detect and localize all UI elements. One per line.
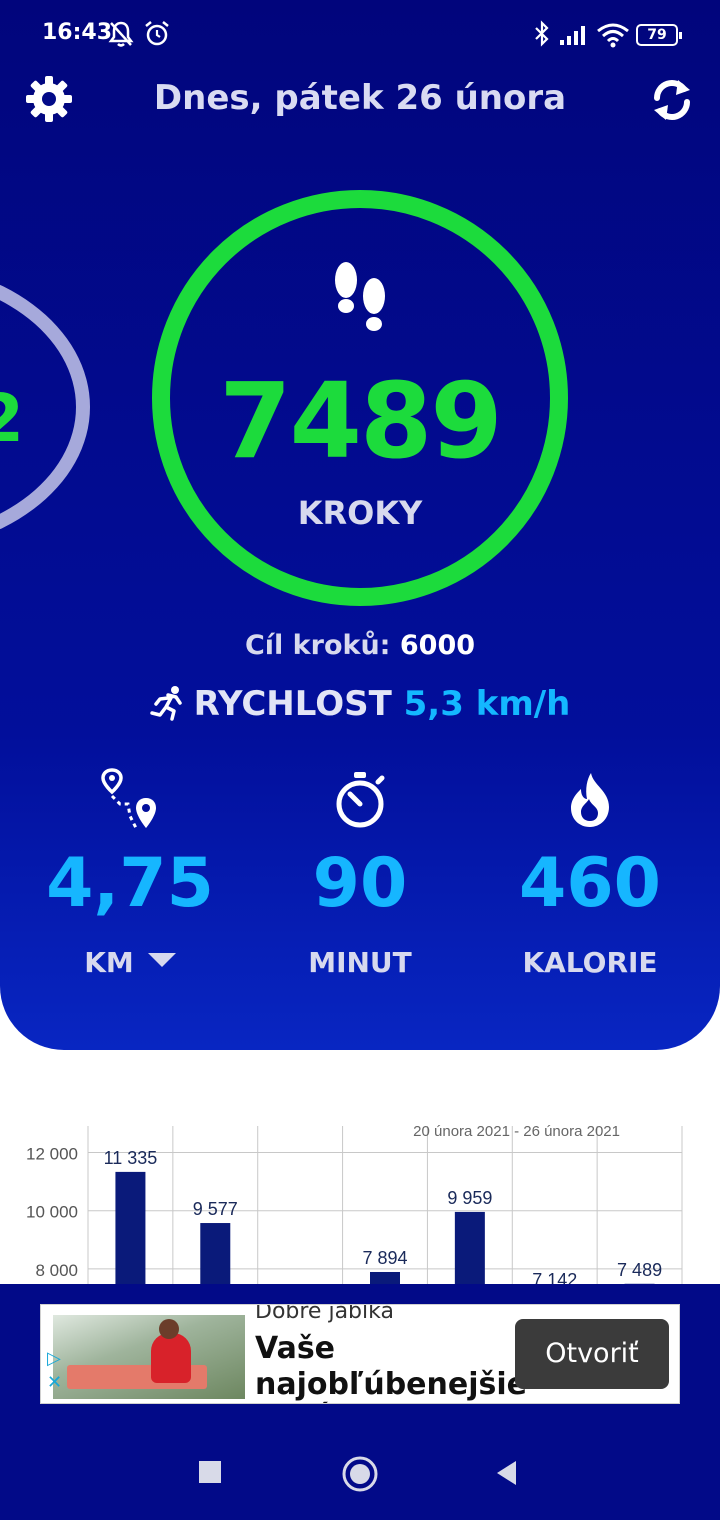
distance-unit[interactable]: KM [10,946,250,979]
chart-bar [200,1223,231,1284]
ad-brand: Dobre jablka [255,1304,394,1324]
home-icon[interactable] [340,1454,380,1494]
calories-value: 460 [519,844,661,923]
ad-image-person [151,1333,191,1383]
route-icon [101,768,156,829]
status-bar: 16:43 79 [0,0,720,70]
runner-icon [149,686,182,721]
chart-bar [115,1171,146,1284]
notifications-off-icon [108,21,134,47]
wifi-icon [597,23,629,48]
calories-unit: KALORIE [522,946,658,979]
bluetooth-icon [535,20,549,47]
battery-indicator: 79 [636,24,682,46]
chart-canvas: 12 000 10 000 8 000 11 335 9 577 7 894 9 959 7 … [26,1123,683,1284]
speed-value: 5,3 km/h [403,684,571,724]
distance-metric[interactable]: 4,75 KM [10,768,250,979]
chart-y-tick-label: 8 000 [35,1261,78,1280]
system-navigation-bar [0,1430,720,1516]
chart-data-label: 9 959 [447,1188,492,1208]
back-icon[interactable] [494,1458,520,1488]
chart-title: 20 února 2021 - 26 února 2021 [413,1123,620,1140]
ad-choices-icon[interactable]: ▷ ✕ [47,1347,62,1395]
step-goal: Cíl kroků: 6000 [0,630,720,661]
speed-row: RYCHLOST 5,3 km/h [0,684,720,724]
duration-metric: 90 MINUT [240,768,480,979]
chart-data-label: 9 577 [193,1199,238,1219]
duration-unit: MINUT [308,946,412,979]
status-time: 16:43 [42,20,113,45]
footprints-icon [335,262,385,331]
alarm-icon [145,21,169,46]
dashboard-panel: 16:43 79 Dnes, pátek 26 února 2 7489 KRO… [0,0,720,1050]
page-title: Dnes, pátek 26 února [153,78,567,118]
speed-label: RYCHLOST [193,684,392,724]
chart-data-label: 11 335 [104,1148,158,1168]
weekly-steps-chart[interactable]: 12 000 10 000 8 000 11 335 9 577 7 894 9 959 7 … [0,1110,720,1284]
previous-day-steps: 2 [0,380,24,457]
ad-open-button[interactable]: Otvoriť [515,1319,669,1389]
chart-y-tick-label: 12 000 [26,1145,78,1164]
ad-image[interactable] [53,1315,245,1399]
step-goal-value: 6000 [399,630,476,661]
recent-apps-icon[interactable] [196,1458,224,1486]
chart-data-label: 7 489 [617,1260,662,1280]
stopwatch-icon [336,772,385,828]
signal-icon [560,26,585,45]
distance-value: 4,75 [46,844,214,923]
chart-data-label: 7 894 [362,1248,407,1268]
duration-value: 90 [312,844,408,923]
chart-data-label: 7 142 [532,1270,577,1284]
chart-bar [454,1211,485,1284]
calories-metric: 460 KALORIE [470,768,710,979]
steps-count: 7489 [219,360,502,482]
flame-icon [571,773,609,827]
chart-y-tick-label: 10 000 [26,1203,78,1222]
chart-bar [370,1271,400,1284]
ad-banner[interactable]: ▷✕ Dobre jablka Vaše najobľúbenejšie jab… [40,1304,680,1404]
chevron-down-icon[interactable] [147,953,176,967]
ad-image-head [159,1319,179,1339]
step-goal-label: Cíl kroků: [244,630,391,661]
steps-unit-label: KROKY [297,494,423,532]
sync-icon[interactable] [648,76,696,124]
